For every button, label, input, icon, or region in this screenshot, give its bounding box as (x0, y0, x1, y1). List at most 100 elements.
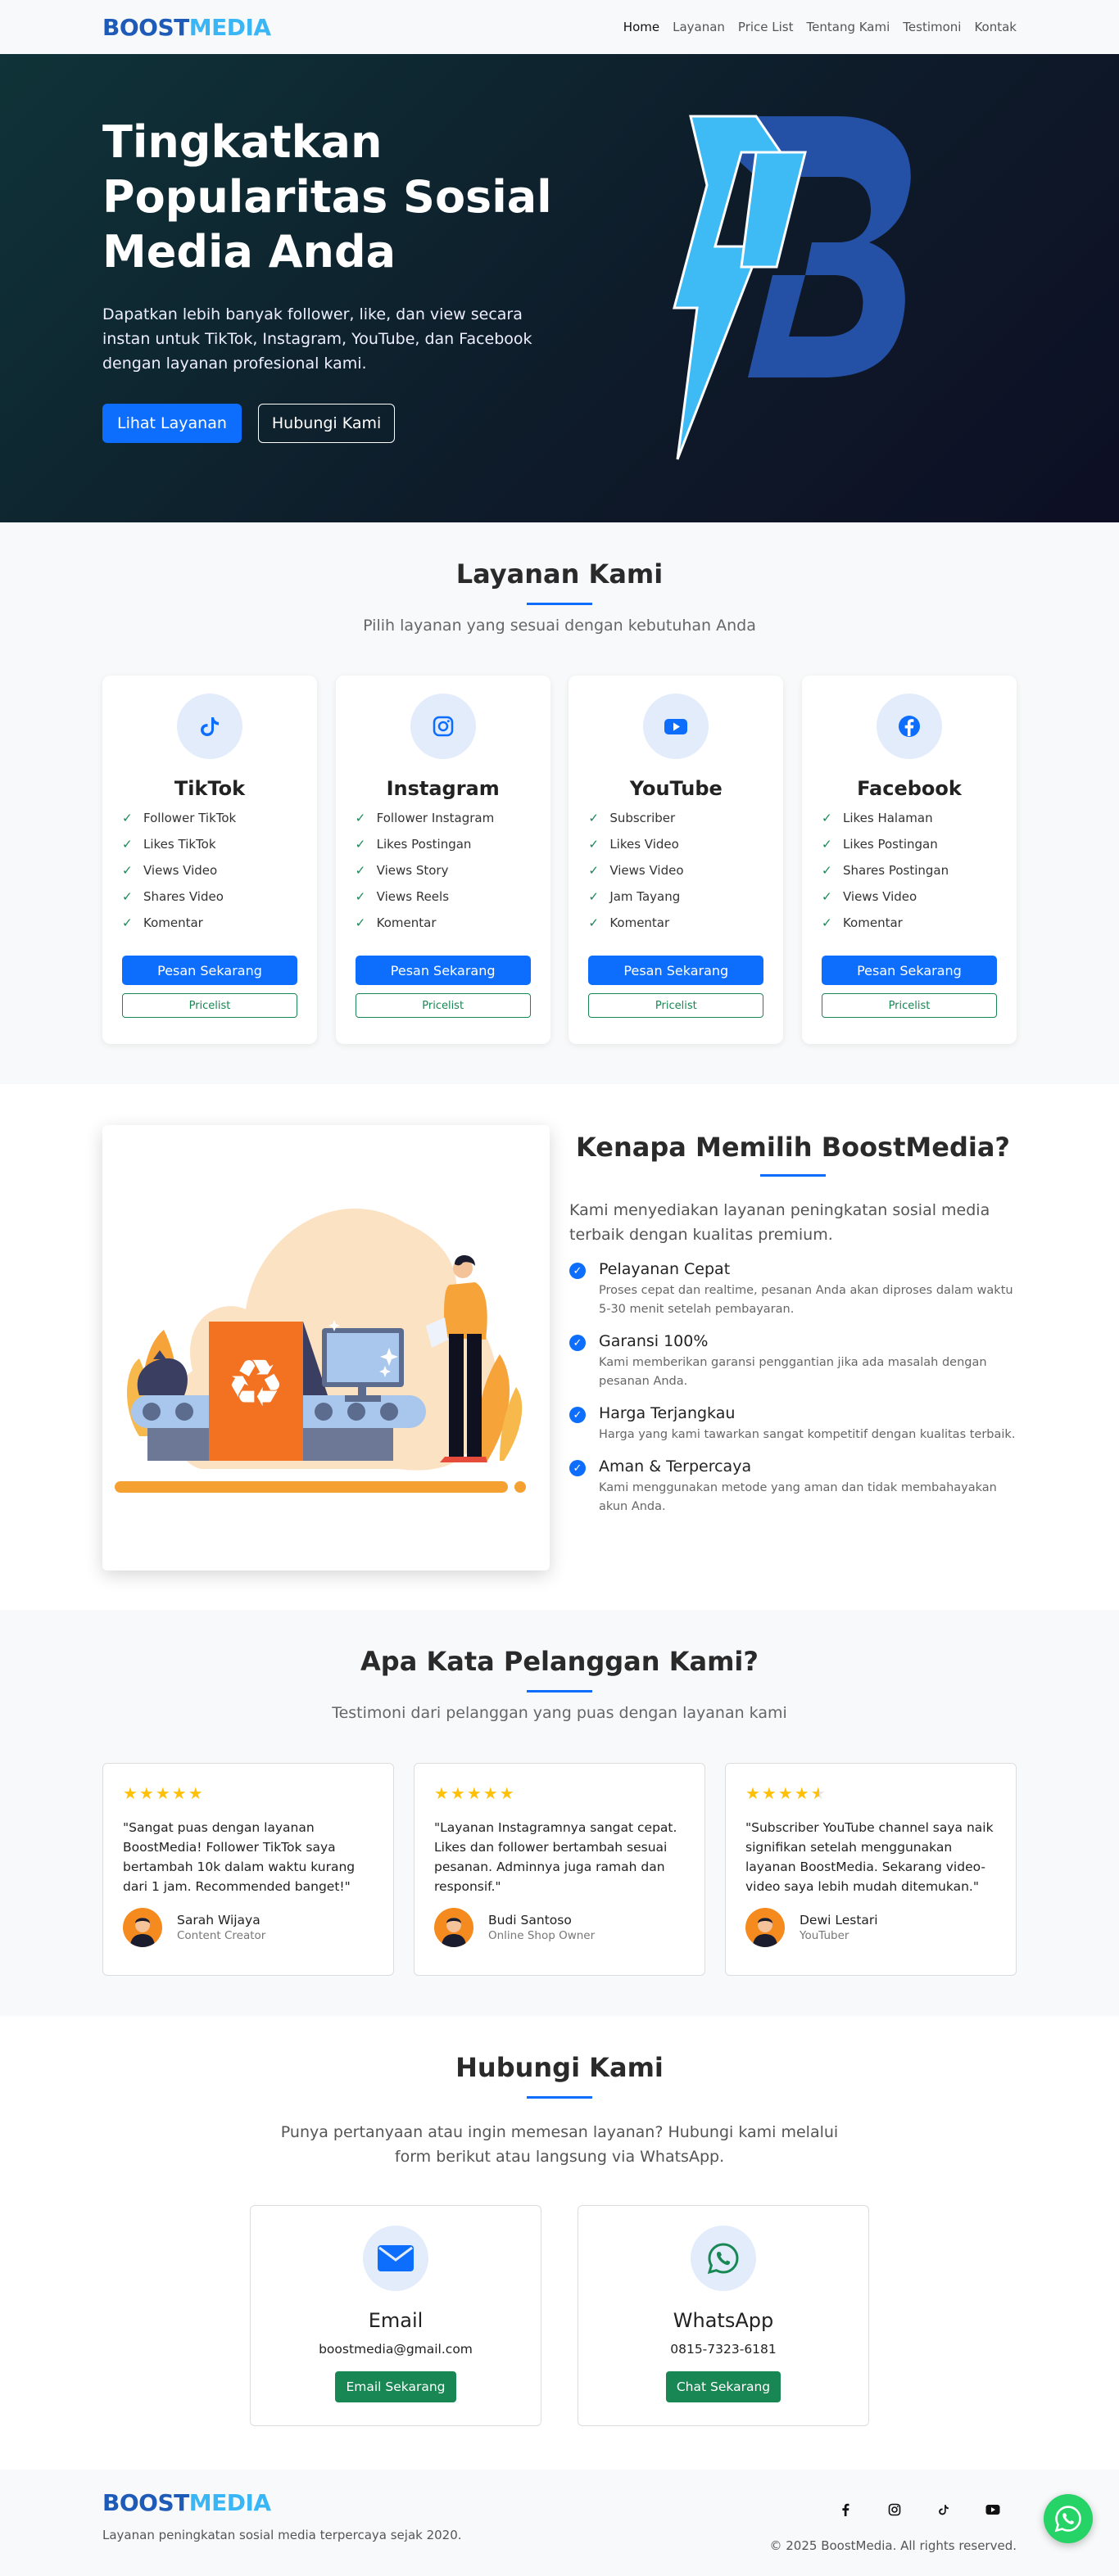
why-title: Kenapa Memilih BoostMedia? (576, 1132, 1010, 1163)
pricelist-instagram-button[interactable]: Pricelist (355, 993, 531, 1018)
feature-item: ✓ Follower TikTok (122, 805, 297, 831)
hero-text: Tingkatkan Popularitas Sosial Media Anda… (102, 54, 561, 522)
check-circle-icon: ✓ (569, 1460, 586, 1476)
reason-item: ✓ Harga Terjangkau Harga yang kami tawark… (569, 1404, 1017, 1444)
check-icon: ✓ (588, 915, 599, 930)
check-icon: ✓ (355, 915, 366, 930)
why-description: Kami menyediakan layanan peningkatan sos… (569, 1201, 990, 1244)
service-card-instagram: Instagram ✓ Follower Instagram ✓ Likes Pos… (335, 676, 550, 1044)
check-icon: ✓ (122, 889, 133, 904)
nav-price-list[interactable]: Price List (738, 20, 794, 34)
reason-text: Proses cepat dan realtime, pesanan Anda … (599, 1284, 1013, 1316)
navbar: BOOST MEDIA Home Layanan Price List Tenta… (0, 0, 1119, 54)
testimonial-quote: "Layanan Instagramnya sangat cepat. Like… (434, 1820, 677, 1894)
check-circle-icon: ✓ (569, 1407, 586, 1423)
feature-item: ✓ Likes Halaman (822, 805, 997, 831)
check-icon: ✓ (588, 837, 599, 852)
hero-title: Tingkatkan Popularitas Sosial Media Anda (102, 116, 552, 278)
feature-item: ✓ Views Video (822, 884, 997, 910)
whatsapp-icon (691, 2226, 756, 2291)
check-icon: ✓ (588, 863, 599, 878)
instagram-icon (410, 694, 476, 759)
brand-part1: BOOST (102, 13, 189, 41)
check-icon: ✓ (122, 915, 133, 930)
footer-tagline: Layanan peningkatan sosial media terperc… (102, 2528, 462, 2542)
testimonial-name: Budi Santoso (488, 1913, 572, 1927)
chat-now-button[interactable]: Chat Sekarang (665, 2371, 781, 2402)
order-youtube-button[interactable]: Pesan Sekarang (588, 956, 764, 985)
check-icon: ✓ (821, 863, 832, 878)
feature-item: ✓ Likes Postingan (822, 831, 997, 857)
service-card-youtube: YouTube ✓ Subscriber ✓ Likes Video ✓ Views … (569, 676, 784, 1044)
nav-layanan[interactable]: Layanan (673, 20, 725, 34)
feature-item: ✓ Komentar (588, 910, 763, 936)
youtube-icon (643, 694, 709, 759)
order-tiktok-button[interactable]: Pesan Sekarang (122, 956, 297, 985)
tiktok-icon (177, 694, 242, 759)
check-icon: ✓ (355, 889, 366, 904)
testimonial-quote: "Subscriber YouTube channel saya naik si… (745, 1820, 994, 1894)
feature-item: ✓ Likes Video (588, 831, 763, 857)
hero-section: Tingkatkan Popularitas Sosial Media Anda… (0, 54, 1119, 522)
check-icon: ✓ (122, 863, 133, 878)
hero-subtitle: Dapatkan lebih banyak follower, like, da… (102, 305, 532, 373)
testimonial-role: YouTuber (800, 1929, 849, 1942)
nav-home[interactable]: Home (623, 20, 659, 34)
nav-testimoni[interactable]: Testimoni (903, 20, 961, 34)
avatar (745, 1908, 785, 1947)
contact-whatsapp-title: WhatsApp (673, 2309, 774, 2332)
contact-section: Hubungi Kami Punya pertanyaan atau ingin… (0, 2016, 1119, 2470)
check-icon: ✓ (355, 863, 366, 878)
services-subtitle: Pilih layanan yang sesuai dengan kebutuh… (363, 617, 756, 635)
tiktok-icon[interactable] (931, 2497, 956, 2522)
title-underline (527, 603, 592, 605)
check-circle-icon: ✓ (569, 1263, 586, 1279)
hubungi-kami-button[interactable]: Hubungi Kami (257, 404, 396, 443)
svg-text:♻: ♻ (226, 1345, 285, 1421)
feature-item: ✓ Komentar (356, 910, 531, 936)
reason-text: Harga yang kami tawarkan sangat kompetit… (599, 1428, 1016, 1441)
instagram-icon[interactable] (882, 2497, 907, 2522)
nav-kontak[interactable]: Kontak (974, 20, 1017, 34)
order-instagram-button[interactable]: Pesan Sekarang (355, 956, 531, 985)
facebook-icon[interactable] (833, 2497, 858, 2522)
nav-tentang-kami[interactable]: Tentang Kami (807, 20, 890, 34)
contact-card-whatsapp: WhatsApp 0815-7323-6181 Chat Sekarang (578, 2205, 869, 2426)
testimonial-quote: "Sangat puas dengan layanan BoostMedia! … (123, 1820, 356, 1894)
reason-item: ✓ Garansi 100% Kami memberikan garansi pe… (569, 1332, 1017, 1391)
reason-text: Kami menggunakan metode yang aman dan ti… (599, 1481, 997, 1513)
testimonial-card: ★★★★★ "Sangat puas dengan layanan BoostM… (102, 1763, 394, 1976)
youtube-icon[interactable] (981, 2497, 1005, 2522)
feature-item: ✓ Likes Postingan (356, 831, 531, 857)
feature-item: ✓ Views Reels (356, 884, 531, 910)
contact-card-email: Email boostmedia@gmail.com Email Sekaran… (250, 2205, 541, 2426)
feature-item: ✓ Shares Postingan (822, 857, 997, 884)
order-facebook-button[interactable]: Pesan Sekarang (821, 956, 997, 985)
pricelist-tiktok-button[interactable]: Pricelist (122, 993, 297, 1018)
reason-text: Kami memberikan garansi penggantian jika… (599, 1356, 987, 1388)
brand-b-logo-icon (673, 115, 911, 460)
title-underline (760, 1174, 826, 1177)
reason-title: Aman & Terpercaya (599, 1457, 752, 1476)
recycling-illustration: ♻ (102, 1125, 550, 1570)
testimonial-name: Dewi Lestari (800, 1913, 878, 1927)
facebook-icon (876, 694, 942, 759)
lihat-layanan-button[interactable]: Lihat Layanan (102, 404, 242, 443)
footer-copyright: © 2025 BoostMedia. All rights reserved. (769, 2538, 1017, 2553)
check-circle-icon: ✓ (569, 1335, 586, 1351)
pricelist-facebook-button[interactable]: Pricelist (821, 993, 997, 1018)
feature-item: ✓ Subscriber (588, 805, 763, 831)
pricelist-youtube-button[interactable]: Pricelist (588, 993, 764, 1018)
brand-logo[interactable]: BOOST MEDIA (102, 14, 271, 41)
check-icon: ✓ (821, 889, 832, 904)
contact-whatsapp-value: 0815-7323-6181 (670, 2342, 777, 2357)
email-now-button[interactable]: Email Sekarang (335, 2371, 456, 2402)
brand-part1: BOOST (102, 2489, 189, 2516)
footer-brand-logo[interactable]: BOOST MEDIA (102, 2489, 462, 2516)
whatsapp-float-button[interactable] (1044, 2494, 1093, 2543)
avatar (434, 1908, 473, 1947)
feature-item: ✓ Shares Video (122, 884, 297, 910)
services-section: Layanan Kami Pilih layanan yang sesuai d… (0, 522, 1119, 1084)
contact-email-value: boostmedia@gmail.com (319, 2342, 473, 2357)
why-section: ♻ Kenapa Memilih BoostMedia? Kami menyed… (0, 1084, 1119, 1610)
